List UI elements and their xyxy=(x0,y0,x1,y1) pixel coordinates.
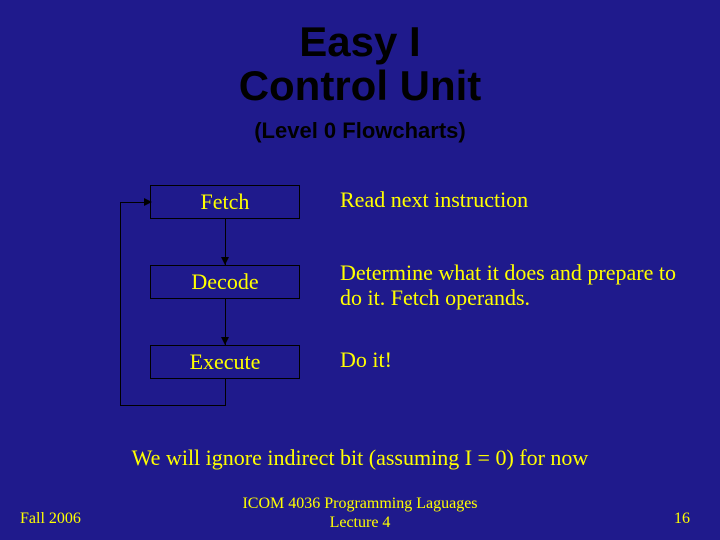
step-box-fetch: Fetch xyxy=(150,185,300,219)
arrowhead-down-icon xyxy=(221,337,229,345)
flowchart: Fetch Read next instruction Decode Deter… xyxy=(0,175,720,435)
footnote: We will ignore indirect bit (assuming I … xyxy=(0,445,720,471)
title-line-1: Easy I xyxy=(0,20,720,64)
step-box-decode: Decode xyxy=(150,265,300,299)
footer-center-line-2: Lecture 4 xyxy=(0,514,720,532)
connector xyxy=(120,202,121,405)
title-line-2: Control Unit xyxy=(0,64,720,108)
arrowhead-right-icon xyxy=(144,198,152,206)
subtitle: (Level 0 Flowcharts) xyxy=(0,118,720,144)
slide-number: 16 xyxy=(674,510,690,528)
connector xyxy=(225,379,226,405)
connector xyxy=(120,405,226,406)
step-label: Decode xyxy=(191,269,258,295)
title-block: Easy I Control Unit (Level 0 Flowcharts) xyxy=(0,0,720,144)
step-label: Execute xyxy=(190,349,261,375)
step-box-execute: Execute xyxy=(150,345,300,379)
step-desc-decode: Determine what it does and prepare to do… xyxy=(340,260,680,311)
step-desc-execute: Do it! xyxy=(340,347,680,372)
footer-center-line-1: ICOM 4036 Programming Laguages xyxy=(0,495,720,513)
step-label: Fetch xyxy=(201,189,250,215)
footer-center: ICOM 4036 Programming Laguages Lecture 4 xyxy=(0,495,720,532)
step-desc-fetch: Read next instruction xyxy=(340,187,680,212)
arrowhead-down-icon xyxy=(221,257,229,265)
